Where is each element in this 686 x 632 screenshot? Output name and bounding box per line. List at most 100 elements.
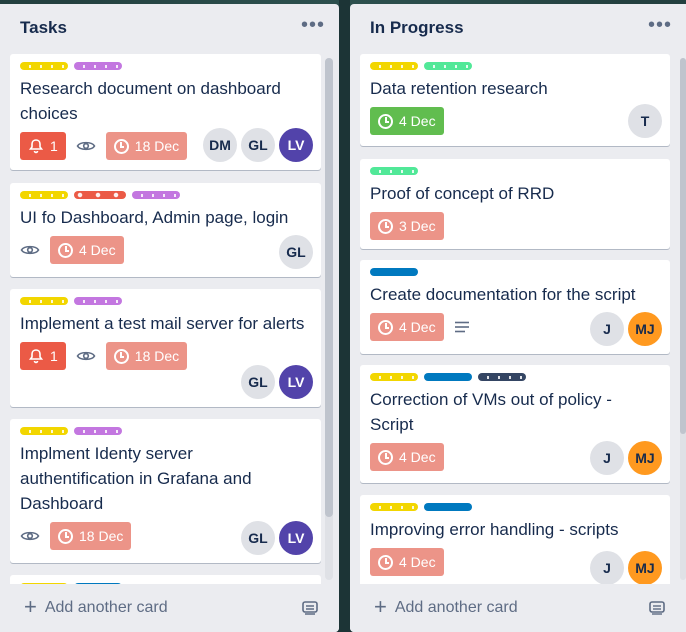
label-yellow[interactable] bbox=[20, 427, 68, 435]
avatar[interactable]: LV bbox=[279, 128, 313, 162]
label-yellow[interactable] bbox=[370, 503, 418, 511]
watch-eye-icon bbox=[20, 245, 40, 255]
avatar[interactable]: MJ bbox=[628, 312, 662, 346]
list-tasks: Tasks ••• Research document on dashboard… bbox=[0, 4, 339, 632]
card-labels[interactable] bbox=[20, 297, 311, 305]
due-date: 4 Dec bbox=[399, 554, 436, 570]
card-container: Data retention research 4 Dec T Proof of… bbox=[360, 54, 670, 584]
label-yellow[interactable] bbox=[370, 62, 418, 70]
add-card-button[interactable]: + Add another card bbox=[374, 594, 518, 619]
label-blue[interactable] bbox=[370, 268, 418, 276]
label-yellow[interactable] bbox=[20, 297, 68, 305]
notification-count: 1 bbox=[50, 348, 58, 364]
card-labels[interactable] bbox=[370, 62, 660, 70]
plus-icon: + bbox=[374, 594, 387, 619]
avatar[interactable]: J bbox=[590, 312, 624, 346]
card-badges: 4 Dec bbox=[20, 234, 311, 266]
label-teal[interactable] bbox=[424, 62, 472, 70]
due-date-badge[interactable]: 4 Dec bbox=[370, 443, 444, 471]
card-labels[interactable] bbox=[20, 62, 311, 70]
label-purple[interactable] bbox=[74, 297, 122, 305]
list-header: In Progress ••• bbox=[350, 4, 686, 52]
card-labels[interactable] bbox=[370, 503, 660, 511]
avatar[interactable]: GL bbox=[279, 235, 313, 269]
due-date-badge[interactable]: 4 Dec bbox=[370, 107, 444, 135]
avatar[interactable]: DM bbox=[203, 128, 237, 162]
avatar[interactable]: T bbox=[628, 104, 662, 138]
card-labels[interactable] bbox=[20, 427, 311, 435]
clock-icon bbox=[378, 113, 393, 129]
card-ui-dashboard[interactable]: UI fo Dashboard, Admin page, login 4 Dec… bbox=[10, 183, 321, 277]
list-scrollbar[interactable] bbox=[325, 58, 333, 580]
list-header: Tasks ••• bbox=[0, 4, 339, 52]
avatar[interactable]: LV bbox=[279, 365, 313, 399]
label-purple[interactable] bbox=[74, 427, 122, 435]
avatar[interactable]: GL bbox=[241, 128, 275, 162]
description-icon bbox=[454, 321, 469, 333]
avatar[interactable]: MJ bbox=[628, 551, 662, 584]
card-correction-vms[interactable]: Correction of VMs out of policy - Script… bbox=[360, 365, 670, 483]
label-red[interactable] bbox=[74, 191, 126, 199]
card-members: GL LV bbox=[241, 365, 313, 399]
card-members: GL bbox=[279, 235, 313, 269]
card-template-icon[interactable] bbox=[301, 600, 319, 616]
label-yellow[interactable] bbox=[20, 62, 68, 70]
due-date-badge[interactable]: 18 Dec bbox=[105, 342, 188, 370]
avatar[interactable]: LV bbox=[279, 521, 313, 555]
clock-icon bbox=[378, 319, 393, 335]
scrollbar-thumb[interactable] bbox=[680, 58, 686, 434]
card-labels[interactable] bbox=[370, 167, 660, 175]
label-teal[interactable] bbox=[370, 167, 418, 175]
card-data-retention[interactable]: Data retention research 4 Dec T bbox=[360, 54, 670, 146]
card-members: J MJ bbox=[590, 551, 662, 584]
list-menu-button[interactable]: ••• bbox=[648, 15, 672, 35]
clock-icon bbox=[58, 528, 73, 544]
card-labels[interactable] bbox=[370, 373, 660, 381]
card-create-documentation[interactable]: Create documentation for the script 4 De… bbox=[360, 260, 670, 354]
avatar[interactable]: MJ bbox=[628, 441, 662, 475]
board-background-gap bbox=[339, 0, 350, 632]
list-menu-button[interactable]: ••• bbox=[301, 15, 325, 35]
list-scrollbar[interactable] bbox=[680, 58, 686, 580]
label-purple[interactable] bbox=[132, 191, 180, 199]
card-labels[interactable] bbox=[370, 268, 660, 276]
avatar[interactable]: GL bbox=[241, 521, 275, 555]
list-title[interactable]: Tasks bbox=[20, 18, 67, 38]
card-research-dashboard[interactable]: Research document on dashboard choices 1… bbox=[10, 54, 321, 170]
label-yellow[interactable] bbox=[20, 191, 68, 199]
avatar[interactable]: J bbox=[590, 551, 624, 584]
due-date-badge[interactable]: 3 Dec bbox=[370, 212, 444, 240]
card-error-handling[interactable]: Improving error handling - scripts 4 Dec… bbox=[360, 495, 670, 584]
clock-icon bbox=[378, 449, 393, 465]
label-blue[interactable] bbox=[424, 503, 472, 511]
clock-icon bbox=[378, 218, 393, 234]
label-yellow[interactable] bbox=[370, 373, 418, 381]
due-date-badge[interactable]: 4 Dec bbox=[50, 236, 124, 264]
add-card-button[interactable]: + Add another card bbox=[24, 596, 168, 618]
label-blue[interactable] bbox=[424, 373, 472, 381]
list-title[interactable]: In Progress bbox=[370, 18, 464, 38]
due-date-badge[interactable]: 4 Dec bbox=[370, 313, 444, 341]
avatar[interactable]: GL bbox=[241, 365, 275, 399]
due-date-badge[interactable]: 18 Dec bbox=[105, 132, 188, 160]
label-navy[interactable] bbox=[478, 373, 526, 381]
notification-badge: 1 bbox=[20, 132, 66, 160]
label-purple[interactable] bbox=[74, 62, 122, 70]
notification-count: 1 bbox=[50, 138, 58, 154]
scrollbar-thumb[interactable] bbox=[325, 58, 333, 518]
due-date-badge[interactable]: 18 Dec bbox=[50, 522, 132, 550]
clock-icon bbox=[113, 138, 129, 154]
card-title: UI fo Dashboard, Admin page, login bbox=[20, 208, 289, 227]
card-partial[interactable] bbox=[10, 575, 321, 584]
card-labels[interactable] bbox=[20, 191, 311, 199]
card-title: Research document on dashboard choices bbox=[20, 79, 281, 123]
card-template-icon[interactable] bbox=[648, 600, 666, 616]
due-date-badge[interactable]: 4 Dec bbox=[370, 548, 444, 576]
due-date: 4 Dec bbox=[79, 242, 116, 258]
card-proof-of-concept-rrd[interactable]: Proof of concept of RRD 3 Dec bbox=[360, 159, 670, 249]
clock-icon bbox=[378, 554, 393, 570]
avatar[interactable]: J bbox=[590, 441, 624, 475]
card-test-mail-server[interactable]: Implement a test mail server for alerts … bbox=[10, 289, 321, 407]
card-title: Proof of concept of RRD bbox=[370, 184, 555, 203]
card-identity-server[interactable]: Implment Identy server authentification … bbox=[10, 419, 321, 563]
